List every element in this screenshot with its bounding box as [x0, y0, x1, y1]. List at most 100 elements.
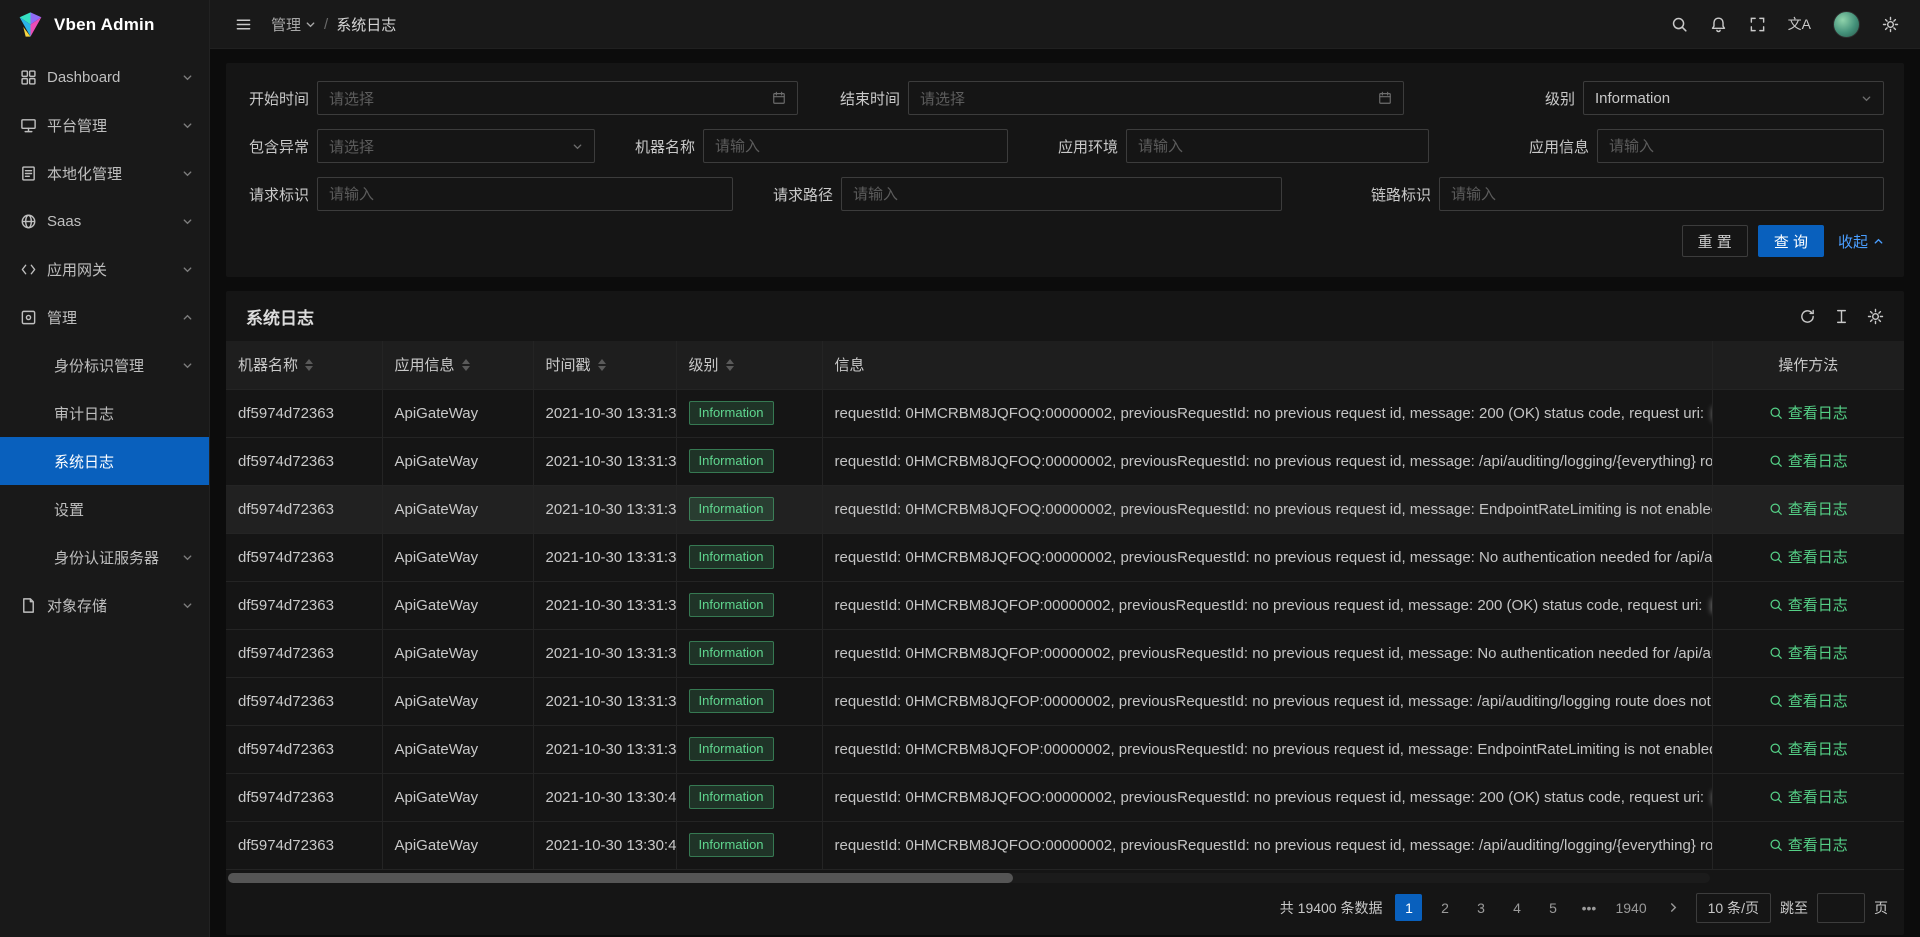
view-log-button[interactable]: 查看日志 — [1769, 450, 1848, 471]
search-icon[interactable] — [1660, 0, 1699, 49]
view-log-button[interactable]: 查看日志 — [1769, 738, 1848, 759]
sidebar-item-management[interactable]: 管理 — [0, 293, 209, 341]
horizontal-scrollbar[interactable] — [228, 873, 1710, 883]
menu-fold-icon[interactable] — [224, 0, 263, 49]
cell-app-info: ApiGateWay — [382, 677, 533, 725]
app-info-input[interactable] — [1597, 129, 1884, 163]
page-button[interactable]: 5 — [1539, 894, 1566, 921]
page-button[interactable]: 3 — [1467, 894, 1494, 921]
app-env-input[interactable] — [1126, 129, 1429, 163]
request-id-input[interactable] — [317, 177, 733, 211]
page-button[interactable]: 4 — [1503, 894, 1530, 921]
sidebar-item-localization-management[interactable]: 本地化管理 — [0, 149, 209, 197]
chevron-down-icon — [182, 264, 193, 275]
start-time-picker[interactable]: 请选择 — [317, 81, 798, 115]
sidebar-item-auth-server[interactable]: 身份认证服务器 — [0, 533, 209, 581]
include-exception-select[interactable]: 请选择 — [317, 129, 595, 163]
table-row[interactable]: df5974d72363 ApiGateWay 2021-10-30 13:31… — [226, 677, 1904, 725]
level-badge: Information — [689, 833, 774, 857]
chevron-down-icon — [182, 360, 193, 371]
col-machine-name[interactable]: 机器名称 — [226, 341, 382, 389]
view-log-button[interactable]: 查看日志 — [1769, 834, 1848, 855]
reset-button[interactable]: 重 置 — [1682, 225, 1748, 257]
cell-machine-name: df5974d72363 — [226, 725, 382, 773]
view-log-button[interactable]: 查看日志 — [1769, 546, 1848, 567]
table-row[interactable]: df5974d72363 ApiGateWay 2021-10-30 13:31… — [226, 485, 1904, 533]
sidebar-item-identity-management[interactable]: 身份标识管理 — [0, 341, 209, 389]
page-button[interactable]: ••• — [1575, 894, 1602, 921]
chevron-up-icon — [1873, 236, 1884, 247]
jump-page-input[interactable] — [1817, 893, 1865, 923]
sidebar-item-dashboard[interactable]: Dashboard — [0, 53, 209, 101]
fullscreen-icon[interactable] — [1738, 0, 1777, 49]
sidebar-item-platform-management[interactable]: 平台管理 — [0, 101, 209, 149]
col-app-info[interactable]: 应用信息 — [382, 341, 533, 389]
level-select[interactable]: Information — [1583, 81, 1884, 115]
cell-message: requestId: 0HMCRBM8JQFOP:00000002, previ… — [822, 725, 1712, 773]
sidebar-item-audit-logs[interactable]: 审计日志 — [0, 389, 209, 437]
table-row[interactable]: df5974d72363 ApiGateWay 2021-10-30 13:31… — [226, 389, 1904, 437]
translate-icon[interactable]: 文A — [1777, 0, 1822, 49]
page-button[interactable]: 1940 — [1611, 894, 1650, 921]
cell-actions: 查看日志 — [1712, 773, 1904, 821]
magnifier-icon — [1769, 550, 1783, 564]
sidebar-item-saas[interactable]: Saas — [0, 197, 209, 245]
col-level[interactable]: 级别 — [676, 341, 822, 389]
cell-actions: 查看日志 — [1712, 821, 1904, 869]
col-timestamp[interactable]: 时间戳 — [533, 341, 676, 389]
cell-app-info: ApiGateWay — [382, 629, 533, 677]
cell-machine-name: df5974d72363 — [226, 629, 382, 677]
page-size-select[interactable]: 10 条/页 — [1696, 893, 1771, 923]
end-time-picker[interactable]: 请选择 — [908, 81, 1404, 115]
sidebar-item-app-gateway[interactable]: 应用网关 — [0, 245, 209, 293]
sidebar-item-system-logs[interactable]: 系统日志 — [0, 437, 209, 485]
table-row[interactable]: df5974d72363 ApiGateWay 2021-10-30 13:30… — [226, 773, 1904, 821]
column-settings-icon[interactable] — [1867, 308, 1884, 325]
table-row[interactable]: df5974d72363 ApiGateWay 2021-10-30 13:31… — [226, 437, 1904, 485]
table-row[interactable]: df5974d72363 ApiGateWay 2021-10-30 13:31… — [226, 725, 1904, 773]
table-row[interactable]: df5974d72363 ApiGateWay 2021-10-30 13:31… — [226, 581, 1904, 629]
request-path-input[interactable] — [841, 177, 1282, 211]
sidebar-item-object-storage[interactable]: 对象存储 — [0, 581, 209, 629]
gear-icon[interactable] — [1871, 0, 1910, 49]
cell-timestamp: 2021-10-30 13:31:36 — [533, 629, 676, 677]
cell-level: Information — [676, 821, 822, 869]
view-log-button[interactable]: 查看日志 — [1769, 498, 1848, 519]
machine-name-input[interactable] — [703, 129, 1008, 163]
collapse-toggle[interactable]: 收起 — [1838, 231, 1884, 252]
row-height-icon[interactable] — [1833, 308, 1850, 325]
request-id-label: 请求标识 — [246, 184, 309, 205]
cell-timestamp: 2021-10-30 13:31:38 — [533, 533, 676, 581]
table-row[interactable]: df5974d72363 ApiGateWay 2021-10-30 13:31… — [226, 629, 1904, 677]
avatar[interactable] — [1822, 0, 1871, 49]
refresh-icon[interactable] — [1799, 308, 1816, 325]
magnifier-icon — [1769, 742, 1783, 756]
logo[interactable]: Vben Admin — [0, 0, 209, 49]
view-log-button[interactable]: 查看日志 — [1769, 594, 1848, 615]
table-row[interactable]: df5974d72363 ApiGateWay 2021-10-30 13:31… — [226, 533, 1904, 581]
cell-level: Information — [676, 533, 822, 581]
next-page-button[interactable] — [1660, 894, 1687, 921]
view-log-button[interactable]: 查看日志 — [1769, 402, 1848, 423]
bell-icon[interactable] — [1699, 0, 1738, 49]
query-button[interactable]: 查 询 — [1758, 225, 1824, 257]
col-actions: 操作方法 — [1712, 341, 1904, 389]
page-button[interactable]: 1 — [1395, 894, 1422, 921]
view-log-button[interactable]: 查看日志 — [1769, 690, 1848, 711]
cell-message: requestId: 0HMCRBM8JQFOO:00000002, previ… — [822, 773, 1712, 821]
view-log-button[interactable]: 查看日志 — [1769, 642, 1848, 663]
scrollbar-thumb[interactable] — [228, 873, 1013, 883]
filter-field-request-path: 请求路径 — [770, 177, 1282, 211]
topbar: 管理 / 系统日志 文A — [210, 0, 1920, 49]
table-row[interactable]: df5974d72363 ApiGateWay 2021-10-30 13:30… — [226, 821, 1904, 869]
cell-app-info: ApiGateWay — [382, 389, 533, 437]
cell-actions: 查看日志 — [1712, 629, 1904, 677]
page-button[interactable]: 2 — [1431, 894, 1458, 921]
cell-actions: 查看日志 — [1712, 533, 1904, 581]
view-log-button[interactable]: 查看日志 — [1769, 786, 1848, 807]
breadcrumb-management[interactable]: 管理 — [271, 14, 316, 35]
filter-field-app-info: 应用信息 — [1526, 129, 1884, 163]
trace-id-input[interactable] — [1439, 177, 1884, 211]
col-message: 信息 — [822, 341, 1712, 389]
sidebar-item-settings[interactable]: 设置 — [0, 485, 209, 533]
